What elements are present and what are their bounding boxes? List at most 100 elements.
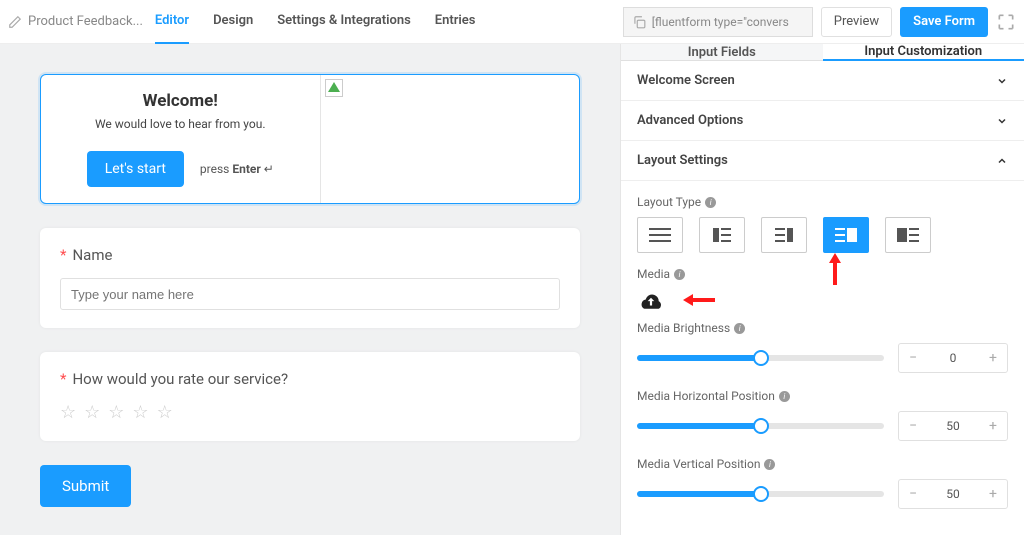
form-canvas: Welcome! We would love to hear from you.… [0, 44, 620, 535]
annotation-arrow-left-icon [683, 292, 715, 308]
top-bar: Product Feedback... Editor Design Settin… [0, 0, 1024, 44]
layout-opt-media-left-inline[interactable] [699, 217, 745, 253]
press-enter-hint: press Enter ↵ [200, 162, 274, 176]
main-area: Welcome! We would love to hear from you.… [0, 44, 1024, 535]
name-label: *Name [60, 246, 560, 264]
layout-opt-media-left-half[interactable] [885, 217, 931, 253]
media-brightness-label: Media Brightness i [637, 321, 1008, 335]
vpos-number: − 50 + [898, 479, 1008, 509]
section-layout-settings[interactable]: Layout Settings [621, 141, 1024, 181]
layout-panel: Layout Type i Media i [621, 181, 1024, 535]
slider-thumb[interactable] [753, 418, 769, 434]
star-icon[interactable]: ☆ [60, 402, 76, 423]
lets-start-button[interactable]: Let's start [87, 151, 184, 187]
increment-button[interactable]: + [979, 412, 1007, 440]
media-hpos-label: Media Horizontal Position i [637, 389, 1008, 403]
form-title-text: Product Feedback... [28, 14, 143, 29]
hpos-slider[interactable] [637, 423, 884, 429]
name-input[interactable] [60, 278, 560, 310]
layout-type-text: Layout Type [637, 195, 701, 209]
welcome-title: Welcome! [51, 91, 310, 111]
sidebar-tabs: Input Fields Input Customization [621, 44, 1024, 61]
info-icon[interactable]: i [674, 269, 685, 280]
name-question-block[interactable]: *Name [40, 228, 580, 328]
star-icon[interactable]: ☆ [132, 402, 148, 423]
info-icon[interactable]: i [779, 391, 790, 402]
welcome-left: Welcome! We would love to hear from you.… [41, 75, 320, 203]
topbar-right: [fluentform type="convers Preview Save F… [623, 7, 1016, 37]
tab-settings[interactable]: Settings & Integrations [277, 0, 411, 44]
broken-image-icon [325, 79, 343, 97]
increment-button[interactable]: + [979, 344, 1007, 372]
star-icon[interactable]: ☆ [84, 402, 100, 423]
upload-media-icon[interactable] [637, 289, 665, 311]
brightness-label-text: Media Brightness [637, 321, 730, 335]
fullscreen-icon[interactable] [996, 12, 1016, 32]
rating-label: * How would you rate our service? [60, 370, 560, 388]
tab-input-customization[interactable]: Input Customization [823, 44, 1024, 61]
media-brightness-row: − 0 + [637, 343, 1008, 373]
settings-sidebar: Input Fields Input Customization Welcome… [620, 44, 1024, 535]
info-icon[interactable]: i [705, 197, 716, 208]
tab-editor[interactable]: Editor [155, 0, 189, 44]
welcome-media-pane [320, 75, 580, 203]
slider-thumb[interactable] [753, 486, 769, 502]
layout-opt-default[interactable] [637, 217, 683, 253]
rating-label-text: How would you rate our service? [72, 370, 288, 388]
required-asterisk: * [60, 370, 66, 388]
brightness-value[interactable]: 0 [927, 351, 979, 365]
tab-input-fields[interactable]: Input Fields [621, 44, 823, 61]
chevron-down-icon [996, 75, 1008, 87]
slider-thumb[interactable] [753, 350, 769, 366]
copy-icon [632, 15, 646, 29]
submit-button[interactable]: Submit [40, 465, 131, 507]
increment-button[interactable]: + [979, 480, 1007, 508]
hint-key: Enter [232, 162, 260, 176]
section-welcome-screen[interactable]: Welcome Screen [621, 61, 1024, 101]
media-vpos-row: − 50 + [637, 479, 1008, 509]
star-rating[interactable]: ☆ ☆ ☆ ☆ ☆ [60, 402, 560, 423]
layout-type-label: Layout Type i [637, 195, 1008, 209]
shortcode-text: [fluentform type="convers [652, 15, 789, 29]
section-advanced-options[interactable]: Advanced Options [621, 101, 1024, 141]
vpos-slider[interactable] [637, 491, 884, 497]
layout-type-options [637, 217, 1008, 253]
star-icon[interactable]: ☆ [157, 402, 173, 423]
media-hpos-row: − 50 + [637, 411, 1008, 441]
star-icon[interactable]: ☆ [108, 402, 124, 423]
rating-question-block[interactable]: * How would you rate our service? ☆ ☆ ☆ ☆… [40, 352, 580, 441]
welcome-subtitle: We would love to hear from you. [51, 117, 310, 131]
section-layout-label: Layout Settings [637, 153, 728, 168]
shortcode-field[interactable]: [fluentform type="convers [623, 7, 813, 37]
hpos-label-text: Media Horizontal Position [637, 389, 775, 403]
form-title[interactable]: Product Feedback... [8, 14, 143, 29]
chevron-down-icon [996, 115, 1008, 127]
preview-button[interactable]: Preview [821, 7, 892, 37]
decrement-button[interactable]: − [899, 480, 927, 508]
media-label: Media i [637, 267, 1008, 281]
tab-design[interactable]: Design [213, 0, 253, 44]
info-icon[interactable]: i [764, 459, 775, 470]
decrement-button[interactable]: − [899, 344, 927, 372]
layout-opt-media-right-half[interactable] [823, 217, 869, 253]
hint-prefix: press [200, 162, 232, 176]
layout-opt-media-right-inline[interactable] [761, 217, 807, 253]
brightness-slider[interactable] [637, 355, 884, 361]
section-advanced-label: Advanced Options [637, 113, 743, 128]
tab-entries[interactable]: Entries [435, 0, 476, 44]
save-form-button[interactable]: Save Form [900, 7, 988, 37]
welcome-screen-block[interactable]: Welcome! We would love to hear from you.… [40, 74, 580, 204]
welcome-actions: Let's start press Enter ↵ [51, 151, 310, 187]
vpos-label-text: Media Vertical Position [637, 457, 760, 471]
chevron-up-icon [996, 155, 1008, 167]
vpos-value[interactable]: 50 [927, 487, 979, 501]
media-upload-row [637, 289, 1008, 311]
brightness-number: − 0 + [898, 343, 1008, 373]
hpos-value[interactable]: 50 [927, 419, 979, 433]
decrement-button[interactable]: − [899, 412, 927, 440]
info-icon[interactable]: i [734, 323, 745, 334]
name-label-text: Name [72, 246, 112, 264]
section-welcome-label: Welcome Screen [637, 73, 735, 88]
enter-glyph-icon: ↵ [264, 162, 274, 176]
pencil-icon [8, 15, 22, 29]
